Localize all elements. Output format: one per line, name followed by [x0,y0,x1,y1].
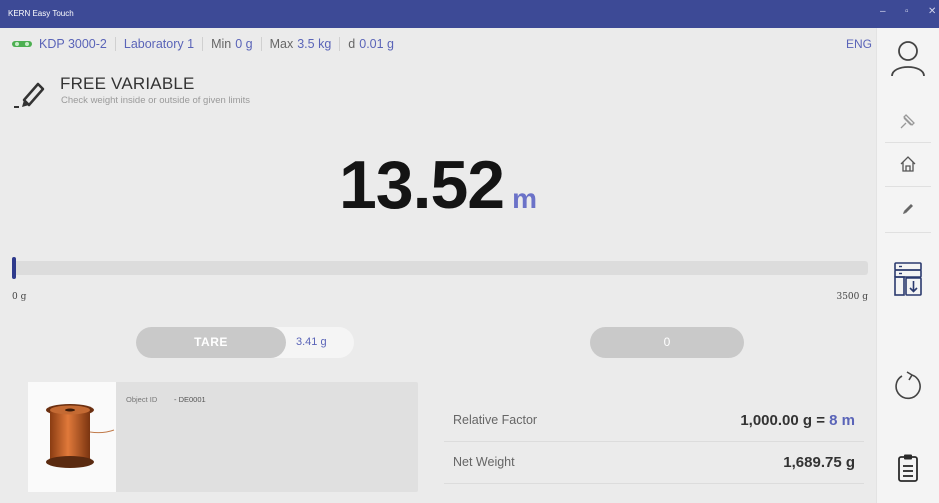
app-subtitle: Check weight inside or outside of given … [61,95,251,106]
device-info-bar: KDP 3000-2 Laboratory 1 Min 0 g Max 3.5 … [12,36,394,52]
main-panel: KDP 3000-2 Laboratory 1 Min 0 g Max 3.5 … [0,28,876,503]
maximize-button[interactable]: ▫ [905,6,909,17]
refresh-button[interactable] [877,364,939,408]
relative-factor-label: Relative Factor [453,413,538,427]
language-selector[interactable]: ENG [846,37,872,51]
tare-value: 3.41 g [296,336,327,348]
load-bar-fill [12,257,16,279]
load-bar-max: 3500 g [836,292,868,302]
close-button[interactable]: ✕ [928,6,936,17]
pencil-icon [14,82,45,108]
weight-value: 13.52 [338,147,505,223]
max-value: 3.5 kg [297,37,332,51]
home-icon [900,156,916,172]
user-button[interactable] [877,32,939,84]
divider [885,232,931,233]
net-weight-label: Net Weight [453,455,515,469]
min-label: Min [211,37,232,51]
window-titlebar: KERN Easy Touch – ▫ ✕ [0,0,939,28]
d-value: 0.01 g [359,37,395,51]
scale-status-icon [12,41,32,47]
weight-display: 13.52 m [0,146,876,224]
object-id-value: - DE0001 [174,395,206,404]
edit-icon [903,204,913,214]
home-button[interactable] [877,144,939,184]
object-id-label: Object ID [126,395,158,404]
divider [885,186,931,187]
relative-factor-highlight: 8 m [829,412,855,429]
divider [114,37,116,51]
clipboard-icon [898,454,918,482]
data-transfer-button[interactable] [877,256,939,302]
edit-button[interactable] [877,188,939,228]
app-title: FREE VARIABLE [60,74,195,93]
factor-row-net: Net Weight 1,689.75 g [444,444,864,484]
divider [885,142,931,143]
min-value: 0 g [235,37,253,51]
pin-icon [900,114,915,129]
tare-button[interactable]: TARE [136,327,286,358]
object-image [28,382,116,492]
right-sidebar [876,28,939,503]
weight-unit: m [512,183,538,214]
data-transfer-icon [894,262,922,296]
refresh-icon [895,371,921,400]
factor-row-relative: Relative Factor 1,000.00 g = 8 m [444,402,864,442]
divider [202,37,204,51]
zero-button[interactable]: 0 [590,327,744,358]
clipboard-button[interactable] [877,446,939,490]
user-icon [891,41,925,77]
d-label: d [348,37,356,51]
minimize-button[interactable]: – [880,6,886,17]
relative-factor-value: 1,000.00 g = 8 m [740,412,855,429]
window-title: KERN Easy Touch [8,9,74,18]
max-label: Max [269,37,294,51]
load-bar-min: 0 g [12,292,27,302]
divider [260,37,262,51]
net-weight-value: 1,689.75 g [783,454,855,471]
pin-button[interactable] [877,102,939,140]
load-bar [12,257,868,279]
device-location: Laboratory 1 [123,37,195,51]
divider [339,37,341,51]
copper-wire-spool-image [46,404,115,468]
tare-control: TARE 3.41 g [136,327,354,358]
device-model: KDP 3000-2 [39,37,107,51]
object-card: Object ID - DE0001 [28,382,418,492]
relative-factor-main: 1,000.00 g = [740,412,830,429]
